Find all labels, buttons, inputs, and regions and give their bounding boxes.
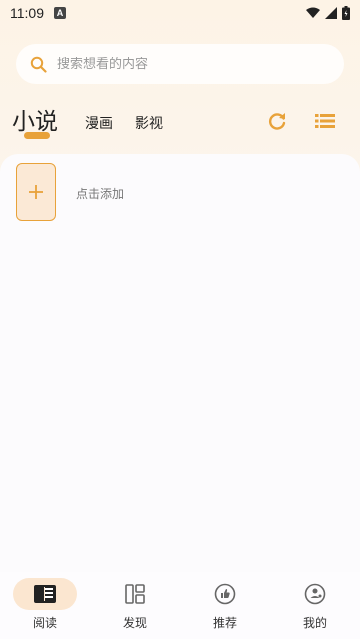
nav-icon-container	[103, 578, 167, 610]
profile-icon	[304, 583, 326, 605]
book-icon	[34, 585, 56, 603]
grid-icon	[125, 584, 145, 604]
add-book-button[interactable]	[16, 163, 56, 221]
search-icon	[30, 56, 47, 73]
nav-icon-container	[193, 578, 257, 610]
nav-icon-container	[283, 578, 347, 610]
thumb-up-icon	[214, 583, 236, 605]
tab-video[interactable]: 影视	[135, 113, 163, 133]
nav-icon-container	[13, 578, 77, 610]
refresh-icon	[269, 113, 286, 130]
plus-icon	[29, 185, 43, 199]
category-tabs: 小说 漫画 影视	[12, 100, 352, 144]
notification-icon: A	[54, 7, 66, 19]
bottom-nav: 阅读 发现 推荐 我的	[0, 572, 360, 639]
bookshelf-area: 点击添加	[0, 154, 360, 572]
nav-label-mine: 我的	[302, 616, 327, 630]
nav-item-read[interactable]: 阅读	[0, 572, 90, 639]
refresh-button[interactable]	[266, 110, 288, 136]
nav-label-read: 阅读	[32, 616, 57, 630]
status-bar: 11:09 A	[0, 0, 360, 26]
signal-icon	[325, 7, 337, 19]
nav-item-recommend[interactable]: 推荐	[180, 572, 270, 639]
active-tab-indicator	[24, 132, 50, 139]
nav-label-recommend: 推荐	[212, 616, 237, 630]
wifi-icon	[306, 7, 320, 18]
tab-novel[interactable]: 小说	[12, 102, 58, 136]
list-view-button[interactable]	[314, 110, 336, 136]
list-icon	[315, 114, 335, 128]
nav-item-mine[interactable]: 我的	[270, 572, 360, 639]
search-input[interactable]	[57, 56, 317, 72]
tab-comic[interactable]: 漫画	[85, 113, 113, 133]
nav-label-discover: 发现	[122, 616, 147, 630]
search-bar[interactable]	[16, 44, 344, 84]
status-time: 11:09	[10, 5, 44, 21]
status-icons	[306, 6, 350, 20]
nav-item-discover[interactable]: 发现	[90, 572, 180, 639]
battery-icon	[342, 6, 350, 20]
add-label: 点击添加	[76, 187, 125, 201]
